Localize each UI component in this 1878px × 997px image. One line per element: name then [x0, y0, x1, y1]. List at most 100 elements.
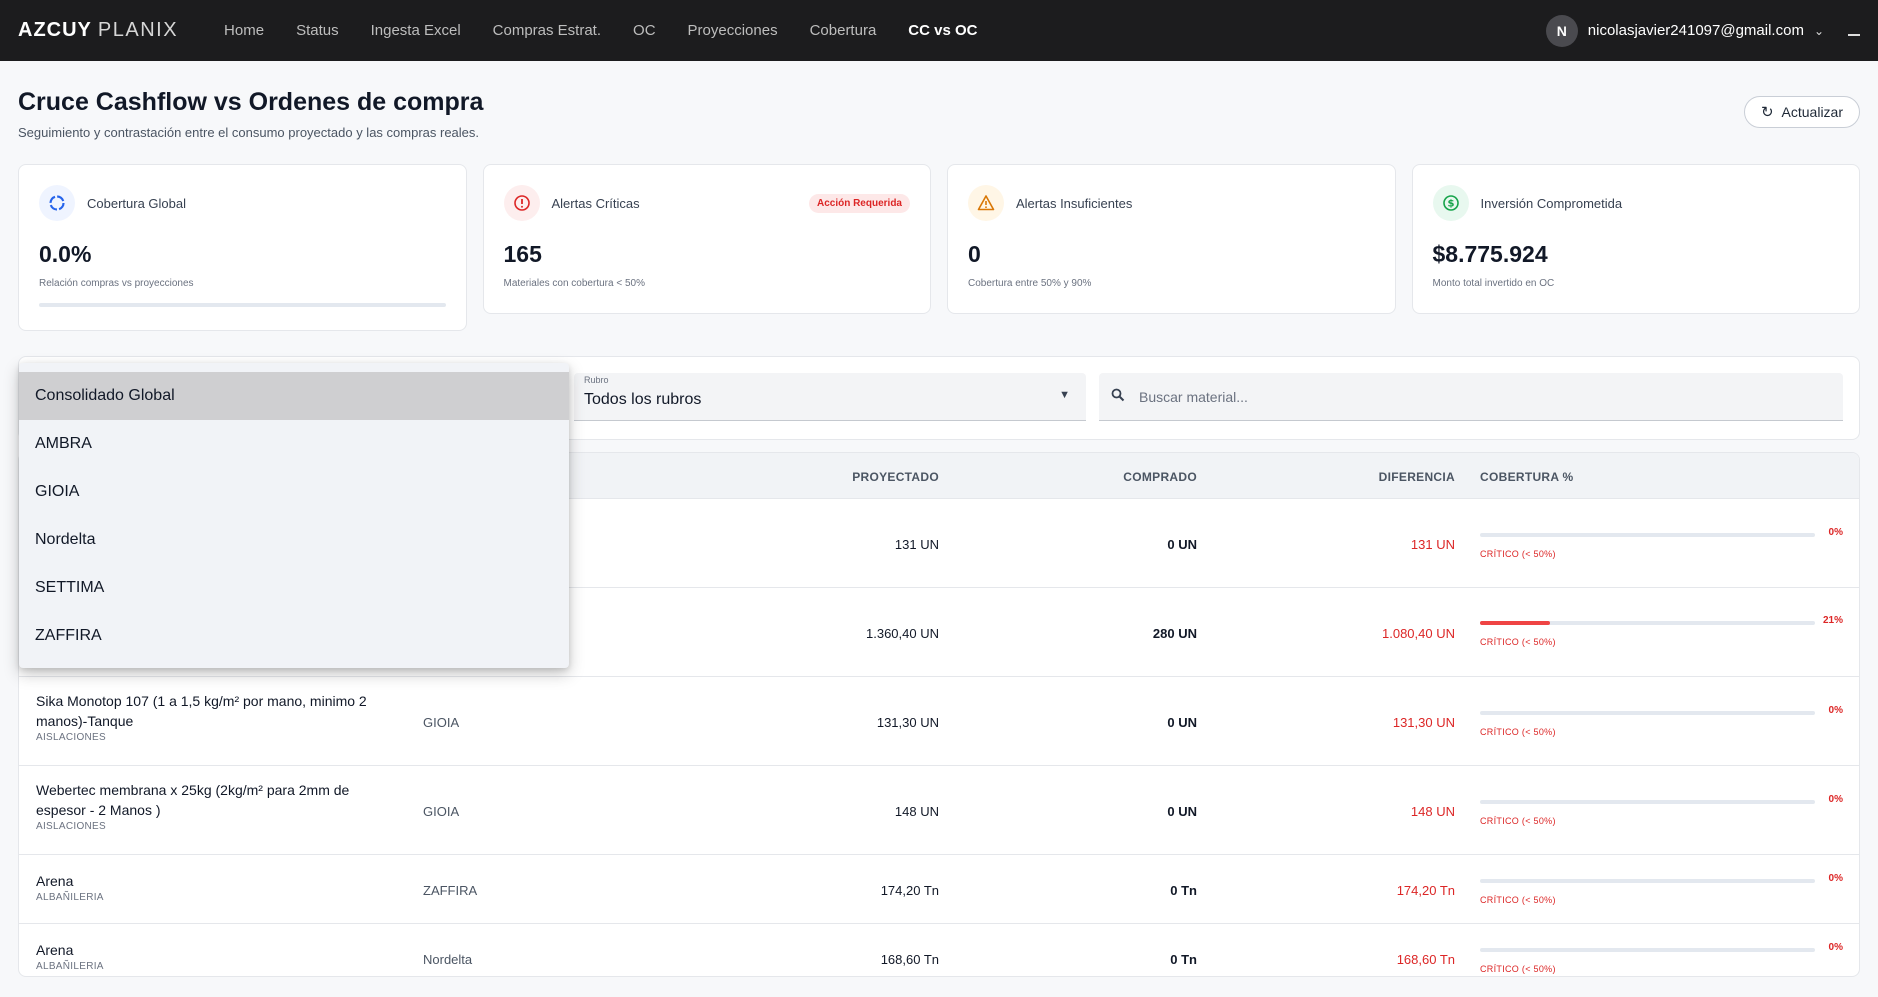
obra-cell: GIOIA: [423, 804, 460, 819]
search-icon: [1111, 388, 1125, 405]
table-row[interactable]: Webertec membrana x 25kg (2kg/m² para 2m…: [19, 766, 1859, 855]
bought-cell: 0 UN: [1167, 537, 1197, 552]
bought-cell: 0 UN: [1167, 804, 1197, 819]
search-input[interactable]: [1139, 388, 1843, 405]
card-note: Relación compras vs proyecciones: [39, 278, 194, 289]
page-subtitle: Seguimiento y contrastación entre el con…: [18, 125, 480, 140]
brand-bold: AZCUY: [18, 19, 92, 41]
coverage-progress-bar: [39, 303, 446, 307]
nav-status[interactable]: Status: [280, 22, 355, 39]
card-note: Monto total invertido en OC: [1432, 278, 1555, 289]
rubro-value: Todos los rubros: [584, 391, 702, 408]
nav-cc-vs-oc[interactable]: CC vs OC: [892, 22, 993, 39]
bought-cell: 280 UN: [1152, 626, 1197, 641]
projected-cell: 131 UN: [894, 537, 939, 552]
refresh-icon: ↻: [1760, 104, 1774, 121]
user-menu[interactable]: N nicolasjavier241097@gmail.com ⌄: [1545, 14, 1860, 47]
material-category: ALBAÑILERIA: [36, 961, 104, 972]
bought-cell: 0 Tn: [1170, 883, 1197, 898]
material-cell: Arena ALBAÑILERIA: [36, 871, 396, 905]
alert-circle-icon: [503, 185, 540, 221]
projected-cell: 174,20 Tn: [880, 883, 939, 898]
loading-circle-icon: [39, 185, 75, 221]
coverage-pct: 21%: [1822, 615, 1843, 626]
difference-cell: 174,20 Tn: [1396, 883, 1455, 898]
option-ambra[interactable]: AMBRA: [19, 420, 569, 468]
table-row[interactable]: Arena ALBAÑILERIA ZAFFIRA 174,20 Tn 0 Tn…: [19, 855, 1859, 924]
option-nordelta[interactable]: Nordelta: [19, 516, 569, 564]
projected-cell: 131,30 UN: [876, 715, 939, 730]
difference-cell: 1.080,40 UN: [1382, 626, 1455, 641]
material-name: Webertec membrana x 25kg (2kg/m² para 2m…: [36, 782, 350, 818]
obra-cell: GIOIA: [423, 715, 460, 730]
obra-cell: ZAFFIRA: [423, 883, 478, 898]
coverage-status: CRÍTICO (< 50%): [1480, 816, 1556, 826]
brand-logo[interactable]: AZCUY PLANIX: [18, 19, 178, 42]
nav-compras-estrat[interactable]: Compras Estrat.: [477, 22, 617, 39]
obra-cell: Nordelta: [423, 952, 473, 967]
material-category: AISLACIONES: [36, 821, 106, 832]
coverage-status: CRÍTICO (< 50%): [1480, 549, 1556, 559]
refresh-label: Actualizar: [1781, 104, 1843, 120]
projected-cell: 148 UN: [894, 804, 939, 819]
bought-cell: 0 Tn: [1170, 952, 1197, 967]
card-note: Cobertura entre 50% y 90%: [968, 278, 1092, 289]
rubro-select[interactable]: Rubro Todos los rubros ▼: [574, 373, 1086, 421]
difference-cell: 148 UN: [1410, 804, 1455, 819]
search-field[interactable]: [1099, 373, 1843, 421]
card-value: 0: [968, 241, 981, 267]
nav-home[interactable]: Home: [208, 22, 280, 39]
top-navbar: AZCUY PLANIX Home Status Ingesta Excel C…: [0, 0, 1878, 61]
nav-cobertura[interactable]: Cobertura: [794, 22, 893, 39]
card-label: Alertas Críticas: [551, 195, 640, 211]
card-value: $8.775.924: [1432, 241, 1548, 267]
difference-cell: 168,60 Tn: [1396, 952, 1455, 967]
material-name: Arena: [36, 942, 74, 958]
caret-down-icon: ▼: [1059, 389, 1070, 401]
card-label: Alertas Insuficientes: [1016, 195, 1133, 211]
coverage-pct: 0%: [1828, 942, 1843, 953]
coverage-bar: [1480, 711, 1815, 715]
card-value: 0.0%: [39, 241, 92, 267]
table-row[interactable]: Arena ALBAÑILERIA Nordelta 168,60 Tn 0 T…: [19, 924, 1859, 976]
coverage-pct: 0%: [1828, 794, 1843, 805]
nav-proyecciones[interactable]: Proyecciones: [672, 22, 794, 39]
page-header: Cruce Cashflow vs Ordenes de compra Segu…: [18, 88, 483, 140]
option-consolidado-global[interactable]: Consolidado Global: [19, 372, 569, 420]
table-row[interactable]: Sika Monotop 107 (1 a 1,5 kg/m² por mano…: [19, 677, 1859, 766]
rubro-label: Rubro: [584, 375, 609, 385]
option-settima[interactable]: SETTIMA: [19, 564, 569, 612]
obra-dropdown-menu: Consolidado Global AMBRA GIOIA Nordelta …: [19, 363, 569, 668]
svg-text:$: $: [1447, 199, 1454, 210]
user-email: nicolasjavier241097@gmail.com: [1587, 22, 1804, 39]
coverage-pct: 0%: [1828, 527, 1843, 538]
coverage-bar: [1480, 621, 1815, 625]
coverage-pct: 0%: [1828, 705, 1843, 716]
option-gioia[interactable]: GIOIA: [19, 468, 569, 516]
coverage-bar: [1480, 879, 1815, 883]
avatar: N: [1545, 14, 1578, 47]
col-difference[interactable]: DIFERENCIA: [1379, 470, 1455, 484]
nav-ingesta-excel[interactable]: Ingesta Excel: [355, 22, 477, 39]
page-title: Cruce Cashflow vs Ordenes de compra: [18, 88, 484, 116]
difference-cell: 131 UN: [1410, 537, 1455, 552]
nav-oc[interactable]: OC: [617, 22, 672, 39]
material-cell: Arena ALBAÑILERIA: [36, 940, 396, 974]
card-value: 165: [503, 241, 542, 267]
dollar-circle-icon: $: [1432, 185, 1469, 221]
material-name: Sika Monotop 107 (1 a 1,5 kg/m² por mano…: [36, 693, 367, 729]
coverage-pct: 0%: [1828, 873, 1843, 884]
warning-triangle-icon: [968, 185, 1004, 221]
coverage-status: CRÍTICO (< 50%): [1480, 637, 1556, 647]
refresh-button[interactable]: ↻ Actualizar: [1743, 96, 1860, 128]
material-category: ALBAÑILERIA: [36, 892, 104, 903]
material-name: Arena: [36, 873, 74, 889]
material-cell: Webertec membrana x 25kg (2kg/m² para 2m…: [36, 780, 396, 834]
col-projected[interactable]: PROYECTADO: [852, 470, 939, 484]
col-coverage[interactable]: COBERTURA %: [1480, 470, 1574, 484]
material-category: AISLACIONES: [36, 732, 106, 743]
option-zaffira[interactable]: ZAFFIRA: [19, 612, 569, 660]
minimize-icon[interactable]: [1848, 26, 1860, 36]
col-bought[interactable]: COMPRADO: [1123, 470, 1197, 484]
card-committed-investment: $ Inversión Comprometida $8.775.924 Mont…: [1411, 164, 1860, 314]
